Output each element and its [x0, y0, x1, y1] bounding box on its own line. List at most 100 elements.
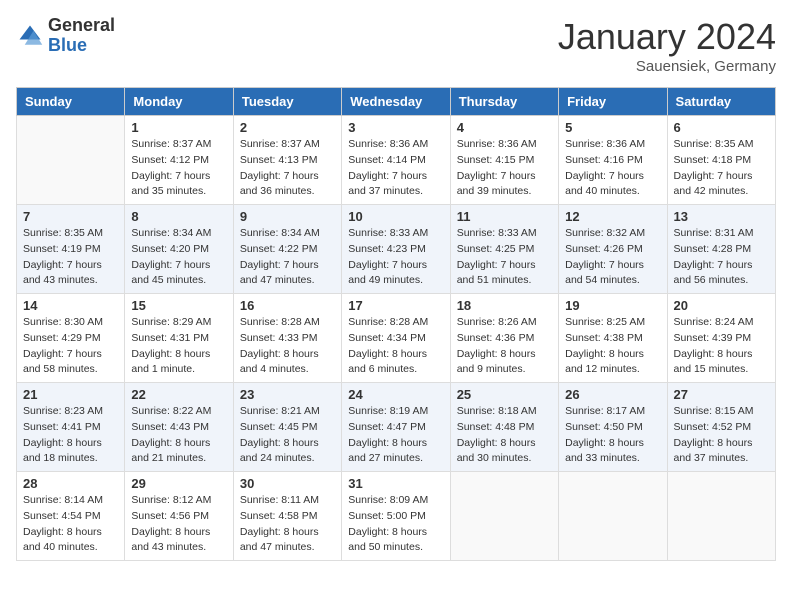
calendar-day-cell: 4Sunrise: 8:36 AMSunset: 4:15 PMDaylight… — [450, 116, 558, 205]
calendar-day-header: Tuesday — [233, 88, 341, 116]
calendar-day-cell: 13 Sunrise: 8:31 AMSunset: 4:28 PMDayligh… — [667, 205, 775, 294]
day-info: Sunrise: 8:25 AMSunset: 4:38 PMDaylight:… — [565, 315, 660, 378]
day-info: Sunrise: 8:30 AMSunset: 4:29 PMDaylight:… — [23, 315, 118, 378]
day-info: Sunrise: 8:12 AMSunset: 4:56 PMDaylight:… — [131, 493, 226, 556]
day-number: 2 — [240, 120, 335, 135]
calendar-day-cell: 25 Sunrise: 8:18 AMSunset: 4:48 PMDayligh… — [450, 383, 558, 472]
calendar-day-cell: 17 Sunrise: 8:28 AMSunset: 4:34 PMDayligh… — [342, 294, 450, 383]
calendar-week-row: 28 Sunrise: 8:14 AMSunset: 4:54 PMDayligh… — [17, 472, 776, 561]
day-info: Sunrise: 8:28 AMSunset: 4:34 PMDaylight:… — [348, 315, 443, 378]
calendar-day-cell: 20Sunrise: 8:24 AMSunset: 4:39 PMDayligh… — [667, 294, 775, 383]
page-header: General Blue January 2024 Sauensiek, Ger… — [16, 16, 776, 75]
calendar-day-cell: 29 Sunrise: 8:12 AMSunset: 4:56 PMDayligh… — [125, 472, 233, 561]
calendar-day-cell: 5 Sunrise: 8:36 AMSunset: 4:16 PMDaylight… — [559, 116, 667, 205]
calendar-day-cell — [450, 472, 558, 561]
day-number: 12 — [565, 209, 660, 224]
calendar-day-cell: 14 Sunrise: 8:30 AMSunset: 4:29 PMDayligh… — [17, 294, 125, 383]
calendar-day-cell: 2Sunrise: 8:37 AMSunset: 4:13 PMDaylight… — [233, 116, 341, 205]
calendar-day-header: Saturday — [667, 88, 775, 116]
calendar-day-cell: 19Sunrise: 8:25 AMSunset: 4:38 PMDayligh… — [559, 294, 667, 383]
day-number: 13 — [674, 209, 769, 224]
day-info: Sunrise: 8:11 AMSunset: 4:58 PMDaylight:… — [240, 493, 335, 556]
day-number: 27 — [674, 387, 769, 402]
day-info: Sunrise: 8:31 AMSunset: 4:28 PMDaylight:… — [674, 226, 769, 289]
calendar-day-cell: 8 Sunrise: 8:34 AMSunset: 4:20 PMDaylight… — [125, 205, 233, 294]
day-number: 6 — [674, 120, 769, 135]
location-label: Sauensiek, Germany — [558, 58, 776, 75]
day-number: 9 — [240, 209, 335, 224]
day-number: 23 — [240, 387, 335, 402]
day-number: 16 — [240, 298, 335, 313]
calendar-day-header: Monday — [125, 88, 233, 116]
calendar-day-cell: 26 Sunrise: 8:17 AMSunset: 4:50 PMDayligh… — [559, 383, 667, 472]
calendar-day-cell: 31Sunrise: 8:09 AMSunset: 5:00 PMDayligh… — [342, 472, 450, 561]
day-number: 11 — [457, 209, 552, 224]
day-number: 17 — [348, 298, 443, 313]
calendar-day-cell: 22 Sunrise: 8:22 AMSunset: 4:43 PMDayligh… — [125, 383, 233, 472]
logo-icon — [16, 22, 44, 50]
day-number: 14 — [23, 298, 118, 313]
calendar-day-cell: 30Sunrise: 8:11 AMSunset: 4:58 PMDayligh… — [233, 472, 341, 561]
calendar-day-cell: 15 Sunrise: 8:29 AMSunset: 4:31 PMDayligh… — [125, 294, 233, 383]
day-info: Sunrise: 8:33 AMSunset: 4:25 PMDaylight:… — [457, 226, 552, 289]
calendar-day-cell: 10Sunrise: 8:33 AMSunset: 4:23 PMDayligh… — [342, 205, 450, 294]
calendar-day-header: Wednesday — [342, 88, 450, 116]
day-info: Sunrise: 8:17 AMSunset: 4:50 PMDaylight:… — [565, 404, 660, 467]
day-info: Sunrise: 8:32 AMSunset: 4:26 PMDaylight:… — [565, 226, 660, 289]
calendar-week-row: 7Sunrise: 8:35 AMSunset: 4:19 PMDaylight… — [17, 205, 776, 294]
calendar-day-cell: 16Sunrise: 8:28 AMSunset: 4:33 PMDayligh… — [233, 294, 341, 383]
calendar-day-cell — [559, 472, 667, 561]
calendar-day-cell — [17, 116, 125, 205]
calendar-week-row: 21 Sunrise: 8:23 AMSunset: 4:41 PMDayligh… — [17, 383, 776, 472]
calendar-day-cell: 6Sunrise: 8:35 AMSunset: 4:18 PMDaylight… — [667, 116, 775, 205]
calendar-week-row: 14 Sunrise: 8:30 AMSunset: 4:29 PMDayligh… — [17, 294, 776, 383]
day-number: 1 — [131, 120, 226, 135]
day-number: 31 — [348, 476, 443, 491]
day-info: Sunrise: 8:36 AMSunset: 4:16 PMDaylight:… — [565, 137, 660, 200]
day-info: Sunrise: 8:14 AMSunset: 4:54 PMDaylight:… — [23, 493, 118, 556]
logo-general-text: General — [48, 16, 115, 36]
day-info: Sunrise: 8:18 AMSunset: 4:48 PMDaylight:… — [457, 404, 552, 467]
day-info: Sunrise: 8:34 AMSunset: 4:20 PMDaylight:… — [131, 226, 226, 289]
day-info: Sunrise: 8:22 AMSunset: 4:43 PMDaylight:… — [131, 404, 226, 467]
day-number: 8 — [131, 209, 226, 224]
day-number: 26 — [565, 387, 660, 402]
day-info: Sunrise: 8:26 AMSunset: 4:36 PMDaylight:… — [457, 315, 552, 378]
calendar-day-cell: 18 Sunrise: 8:26 AMSunset: 4:36 PMDayligh… — [450, 294, 558, 383]
logo-text: General Blue — [48, 16, 115, 56]
calendar-day-cell: 23 Sunrise: 8:21 AMSunset: 4:45 PMDayligh… — [233, 383, 341, 472]
calendar-table: SundayMondayTuesdayWednesdayThursdayFrid… — [16, 87, 776, 561]
day-number: 21 — [23, 387, 118, 402]
calendar-day-cell: 7Sunrise: 8:35 AMSunset: 4:19 PMDaylight… — [17, 205, 125, 294]
calendar-day-header: Thursday — [450, 88, 558, 116]
calendar-day-cell: 27 Sunrise: 8:15 AMSunset: 4:52 PMDayligh… — [667, 383, 775, 472]
day-info: Sunrise: 8:23 AMSunset: 4:41 PMDaylight:… — [23, 404, 118, 467]
calendar-day-cell: 21 Sunrise: 8:23 AMSunset: 4:41 PMDayligh… — [17, 383, 125, 472]
day-number: 28 — [23, 476, 118, 491]
calendar-day-cell: 11 Sunrise: 8:33 AMSunset: 4:25 PMDayligh… — [450, 205, 558, 294]
day-number: 20 — [674, 298, 769, 313]
calendar-day-cell: 28 Sunrise: 8:14 AMSunset: 4:54 PMDayligh… — [17, 472, 125, 561]
day-info: Sunrise: 8:29 AMSunset: 4:31 PMDaylight:… — [131, 315, 226, 378]
calendar-day-cell: 9Sunrise: 8:34 AMSunset: 4:22 PMDaylight… — [233, 205, 341, 294]
day-number: 18 — [457, 298, 552, 313]
day-info: Sunrise: 8:21 AMSunset: 4:45 PMDaylight:… — [240, 404, 335, 467]
day-number: 22 — [131, 387, 226, 402]
logo: General Blue — [16, 16, 115, 56]
day-number: 4 — [457, 120, 552, 135]
calendar-day-cell: 3Sunrise: 8:36 AMSunset: 4:14 PMDaylight… — [342, 116, 450, 205]
logo-blue-text: Blue — [48, 36, 115, 56]
day-number: 25 — [457, 387, 552, 402]
day-info: Sunrise: 8:19 AMSunset: 4:47 PMDaylight:… — [348, 404, 443, 467]
calendar-day-header: Friday — [559, 88, 667, 116]
day-number: 10 — [348, 209, 443, 224]
day-number: 15 — [131, 298, 226, 313]
day-number: 5 — [565, 120, 660, 135]
calendar-header-row: SundayMondayTuesdayWednesdayThursdayFrid… — [17, 88, 776, 116]
day-info: Sunrise: 8:15 AMSunset: 4:52 PMDaylight:… — [674, 404, 769, 467]
calendar-day-cell: 12 Sunrise: 8:32 AMSunset: 4:26 PMDayligh… — [559, 205, 667, 294]
day-number: 29 — [131, 476, 226, 491]
day-info: Sunrise: 8:35 AMSunset: 4:19 PMDaylight:… — [23, 226, 118, 289]
calendar-week-row: 1Sunrise: 8:37 AMSunset: 4:12 PMDaylight… — [17, 116, 776, 205]
calendar-day-cell: 24Sunrise: 8:19 AMSunset: 4:47 PMDayligh… — [342, 383, 450, 472]
